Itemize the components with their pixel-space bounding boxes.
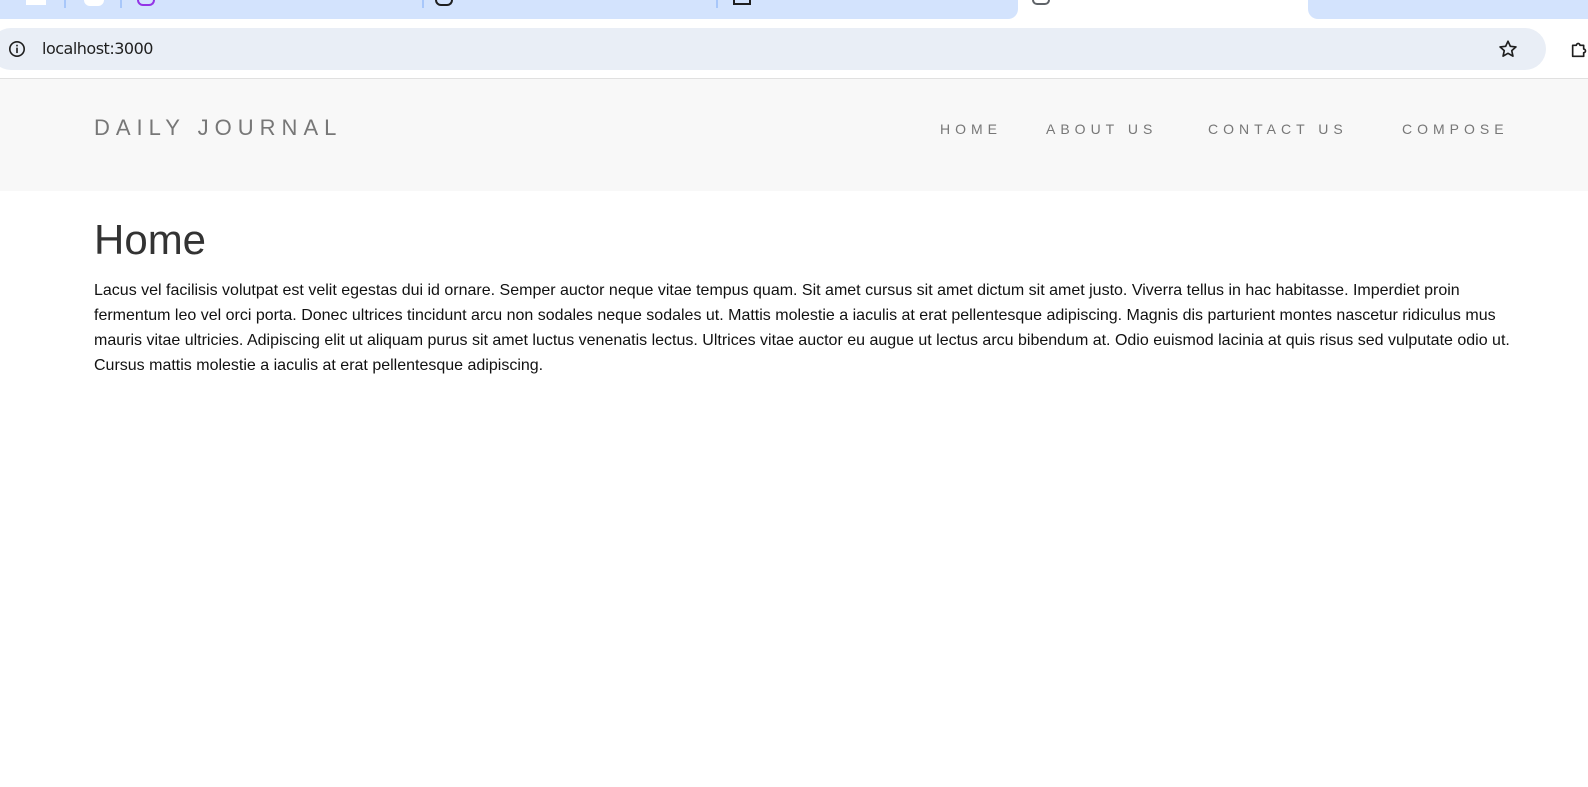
inactive-tab-right[interactable] xyxy=(1308,0,1588,19)
address-bar[interactable]: localhost:3000 xyxy=(0,28,1546,70)
tab-favicon-icon[interactable] xyxy=(26,0,46,5)
nav-home-link[interactable]: HOME xyxy=(940,121,1002,137)
page-body-text: Lacus vel facilisis volutpat est velit e… xyxy=(94,282,1510,374)
tab-favicon-icon[interactable] xyxy=(733,0,751,5)
nav-links: HOME ABOUT US CONTACT US COMPOSE xyxy=(0,121,1588,141)
page-title: Home xyxy=(94,216,207,263)
tab-favicon-icon[interactable] xyxy=(84,0,104,6)
tab-separator xyxy=(422,0,424,8)
url-text[interactable]: localhost:3000 xyxy=(42,39,153,58)
info-icon[interactable] xyxy=(8,40,26,58)
puzzle-icon[interactable] xyxy=(1569,38,1588,60)
site-navbar: DAILY JOURNAL HOME ABOUT US CONTACT US C… xyxy=(0,79,1588,191)
nav-compose-link[interactable]: COMPOSE xyxy=(1402,121,1509,137)
main-content: Home Lacus vel facilisis volutpat est ve… xyxy=(94,210,1514,378)
nav-about-link[interactable]: ABOUT US xyxy=(1046,121,1157,137)
star-icon[interactable] xyxy=(1497,38,1519,60)
tab-separator xyxy=(716,0,718,8)
browser-tab-strip xyxy=(0,0,1588,28)
nav-contact-link[interactable]: CONTACT US xyxy=(1208,121,1348,137)
tab-separator xyxy=(120,0,122,8)
browser-toolbar: localhost:3000 xyxy=(0,28,1588,79)
active-tab-favicon-icon[interactable] xyxy=(1032,0,1050,5)
tab-separator xyxy=(64,0,66,8)
